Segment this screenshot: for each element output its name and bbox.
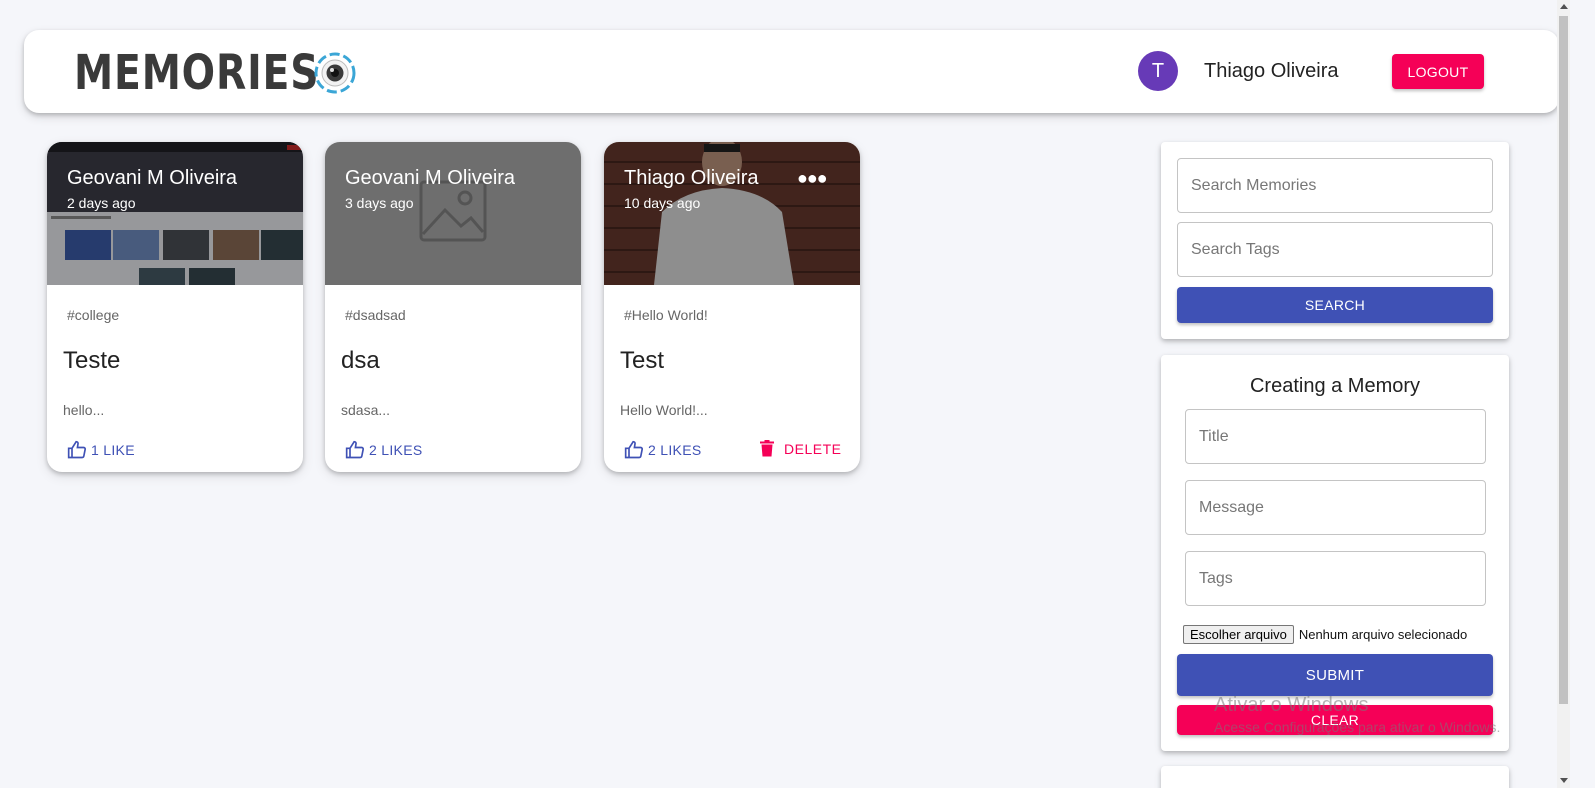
camera-lens-icon bbox=[314, 52, 356, 99]
avatar[interactable]: T bbox=[1138, 51, 1178, 91]
image-overlay bbox=[47, 142, 303, 285]
form-title: Creating a Memory bbox=[1249, 375, 1421, 397]
search-button[interactable]: SEARCH bbox=[1177, 287, 1493, 323]
submit-button[interactable]: SUBMIT bbox=[1177, 654, 1493, 696]
image-overlay bbox=[604, 142, 860, 285]
scroll-down-arrow-icon[interactable] bbox=[1560, 778, 1568, 783]
file-status: Nenhum arquivo selecionado bbox=[1298, 627, 1468, 642]
search-panel: SEARCH bbox=[1161, 142, 1509, 339]
post-message: hello... bbox=[63, 402, 105, 418]
brand[interactable]: MEMORIES bbox=[74, 45, 373, 101]
post-time: 3 days ago bbox=[345, 195, 414, 211]
choose-file-button[interactable]: Escolher arquivo bbox=[1183, 625, 1294, 644]
post-time: 2 days ago bbox=[67, 195, 136, 211]
post-image[interactable]: Thiago Oliveira 10 days ago ●●● bbox=[604, 142, 860, 285]
brand-text: MEMORIES bbox=[74, 45, 320, 101]
like-count: 2 LIKES bbox=[369, 442, 423, 458]
thumb-up-icon bbox=[624, 440, 644, 459]
post-tags: #dsadsad bbox=[345, 307, 406, 323]
title-input[interactable] bbox=[1185, 409, 1486, 464]
pagination-panel bbox=[1161, 766, 1509, 788]
post-title: Teste bbox=[63, 347, 121, 374]
app-bar: MEMORIES T Thiago Oliveira LOGOUT bbox=[24, 30, 1559, 113]
image-overlay bbox=[325, 142, 581, 285]
post-title: Test bbox=[620, 347, 665, 374]
page-scrollbar[interactable] bbox=[1557, 0, 1570, 788]
post-title: dsa bbox=[341, 347, 380, 374]
tags-input[interactable] bbox=[1185, 551, 1486, 606]
delete-label: DELETE bbox=[784, 440, 842, 457]
search-memories-input[interactable] bbox=[1177, 158, 1493, 213]
thumb-up-icon bbox=[345, 440, 365, 459]
post-image[interactable]: Geovani M Oliveira 3 days ago bbox=[325, 142, 581, 285]
post-time: 10 days ago bbox=[624, 195, 701, 211]
create-memory-form: Creating a Memory Escolher arquivo Nenhu… bbox=[1161, 355, 1509, 751]
like-button[interactable]: 1 LIKE bbox=[67, 440, 135, 460]
post-message: sdasa... bbox=[341, 402, 391, 418]
thumb-up-icon bbox=[67, 440, 87, 459]
logout-button[interactable]: LOGOUT bbox=[1392, 54, 1484, 89]
post-card: Geovani M Oliveira 3 days ago #dsadsad d… bbox=[325, 142, 581, 472]
post-card: Thiago Oliveira 10 days ago ●●● #Hello W… bbox=[604, 142, 860, 472]
message-input[interactable] bbox=[1185, 480, 1486, 535]
trash-icon bbox=[760, 440, 774, 457]
post-message: Hello World!... bbox=[620, 402, 708, 418]
post-tags: #college bbox=[67, 307, 120, 323]
more-options-icon[interactable]: ●●● bbox=[797, 168, 828, 189]
file-upload: Escolher arquivo Nenhum arquivo selecion… bbox=[1183, 625, 1467, 644]
scroll-up-arrow-icon[interactable] bbox=[1560, 4, 1568, 9]
post-card: Geovani M Oliveira 2 days ago #college T… bbox=[47, 142, 303, 472]
like-count: 1 LIKE bbox=[91, 442, 135, 458]
scroll-thumb[interactable] bbox=[1559, 16, 1568, 704]
post-image[interactable]: Geovani M Oliveira 2 days ago bbox=[47, 142, 303, 285]
delete-button[interactable]: DELETE bbox=[760, 440, 841, 457]
like-count: 2 LIKES bbox=[648, 442, 702, 458]
search-tags-input[interactable] bbox=[1177, 222, 1493, 277]
like-button[interactable]: 2 LIKES bbox=[345, 440, 422, 460]
clear-button[interactable]: CLEAR bbox=[1177, 705, 1493, 735]
post-author: Geovani M Oliveira bbox=[67, 167, 238, 189]
user-name: Thiago Oliveira bbox=[1204, 60, 1339, 82]
post-author: Geovani M Oliveira bbox=[345, 167, 516, 189]
post-author: Thiago Oliveira bbox=[624, 167, 759, 189]
like-button[interactable]: 2 LIKES bbox=[624, 440, 701, 460]
post-tags: #Hello World! bbox=[624, 307, 708, 323]
